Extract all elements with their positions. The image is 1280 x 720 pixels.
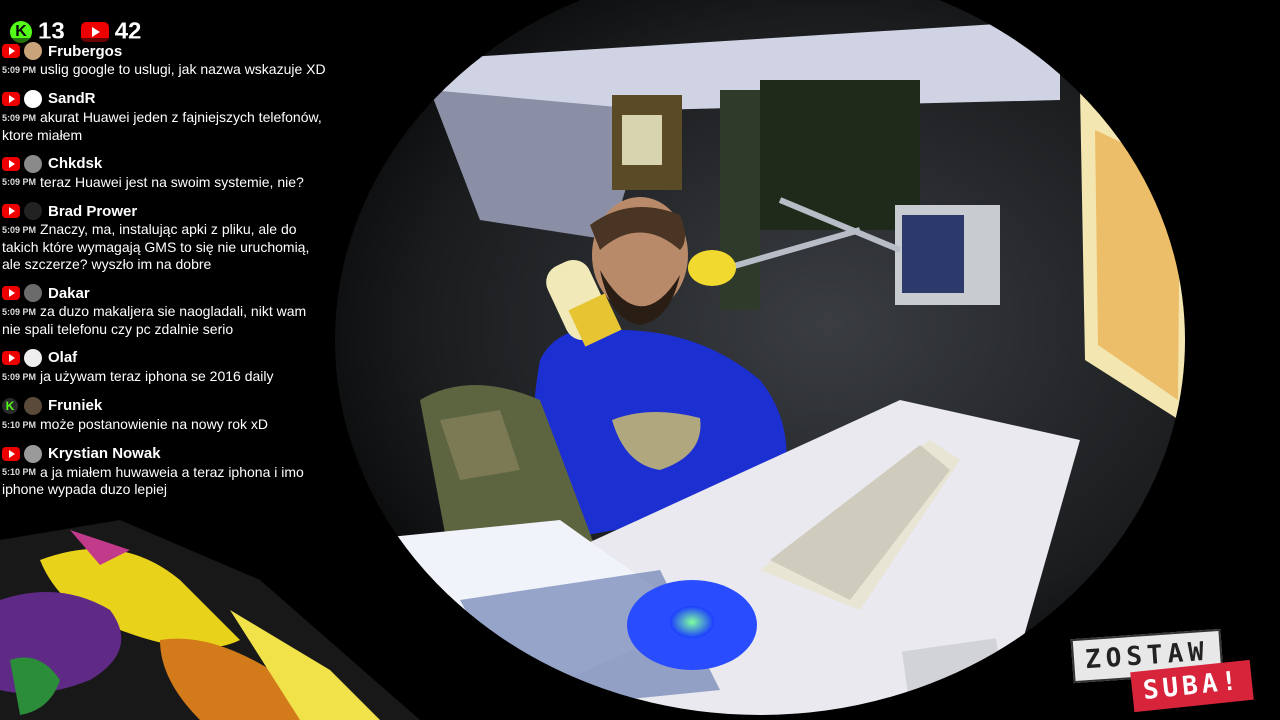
youtube-icon: [2, 286, 20, 301]
chat-text: teraz Huawei jest na swoim systemie, nie…: [40, 173, 304, 190]
avatar: [24, 42, 42, 60]
chat-message: Frubergos 5:09 PM uslig google to uslugi,…: [0, 38, 334, 82]
avatar: [24, 444, 42, 463]
chat-username: SandR: [48, 90, 96, 108]
youtube-icon: [2, 156, 20, 171]
avatar: [24, 284, 42, 303]
chat-username: Krystian Nowak: [48, 445, 161, 463]
youtube-icon: [2, 446, 20, 461]
chat-timestamp: 5:09 PM: [2, 225, 37, 236]
chat-text: ja używam teraz iphona se 2016 daily: [40, 367, 274, 384]
chat-timestamp: 5:09 PM: [2, 306, 37, 317]
chat-username: Olaf: [48, 349, 78, 367]
chat-timestamp: 5:09 PM: [2, 177, 37, 188]
chat-timestamp: 5:09 PM: [2, 64, 37, 75]
avatar: [24, 202, 42, 221]
kick-icon: K: [2, 397, 18, 414]
chat-timestamp: 5:10 PM: [2, 467, 37, 478]
chat-text: Znaczy, ma, instalując apki z pliku, ale…: [2, 221, 310, 273]
youtube-icon: [2, 350, 20, 365]
chat-message: Chkdsk 5:09 PM teraz Huawei jest na swoim…: [0, 150, 334, 195]
chat-message: Krystian Nowak 5:10 PM a ja miałem huwawe…: [0, 440, 334, 502]
chat-overlay: Frubergos 5:09 PM uslig google to uslugi,…: [0, 38, 334, 505]
youtube-icon: [2, 44, 20, 58]
chat-username: Frubergos: [48, 42, 123, 60]
youtube-icon: [2, 91, 20, 106]
chat-timestamp: 5:09 PM: [2, 371, 37, 382]
chat-text: może postanowienie na nowy rok xD: [40, 415, 269, 432]
chat-timestamp: 5:09 PM: [2, 112, 37, 123]
chat-message: Dakar 5:09 PM za duzo makaljera sie naogl…: [0, 280, 334, 341]
chat-text: uslig google to uslugi, jak nazwa wskazu…: [40, 61, 326, 77]
paint-splash-decoration: [0, 520, 420, 720]
chat-username: Dakar: [48, 284, 90, 302]
avatar: [24, 396, 42, 415]
chat-text: akurat Huawei jeden z fajniejszych telef…: [2, 108, 322, 143]
chat-username: Fruniek: [48, 397, 103, 415]
chat-username: Chkdsk: [48, 155, 103, 173]
chat-text: za duzo makaljera sie naogladali, nikt w…: [2, 303, 307, 337]
avatar: [24, 89, 42, 108]
subscribe-badge: ZOSTAW SUBA!: [1070, 628, 1260, 720]
chat-username: Brad Prower: [48, 202, 138, 220]
chat-message: Olaf 5:09 PM ja używam teraz iphona se 20…: [0, 344, 334, 389]
avatar: [24, 348, 42, 367]
chat-text: a ja miałem huwaweia a teraz iphona i im…: [2, 463, 304, 498]
avatar: [24, 154, 42, 173]
chat-message: SandR 5:09 PM akurat Huawei jeden z fajni…: [0, 85, 334, 147]
chat-message: Brad Prower 5:09 PM Znaczy, ma, instalują…: [0, 198, 334, 277]
youtube-icon: [2, 204, 20, 219]
chat-timestamp: 5:10 PM: [2, 419, 37, 430]
chat-message: K Fruniek 5:10 PM może postanowienie na n…: [0, 392, 334, 437]
